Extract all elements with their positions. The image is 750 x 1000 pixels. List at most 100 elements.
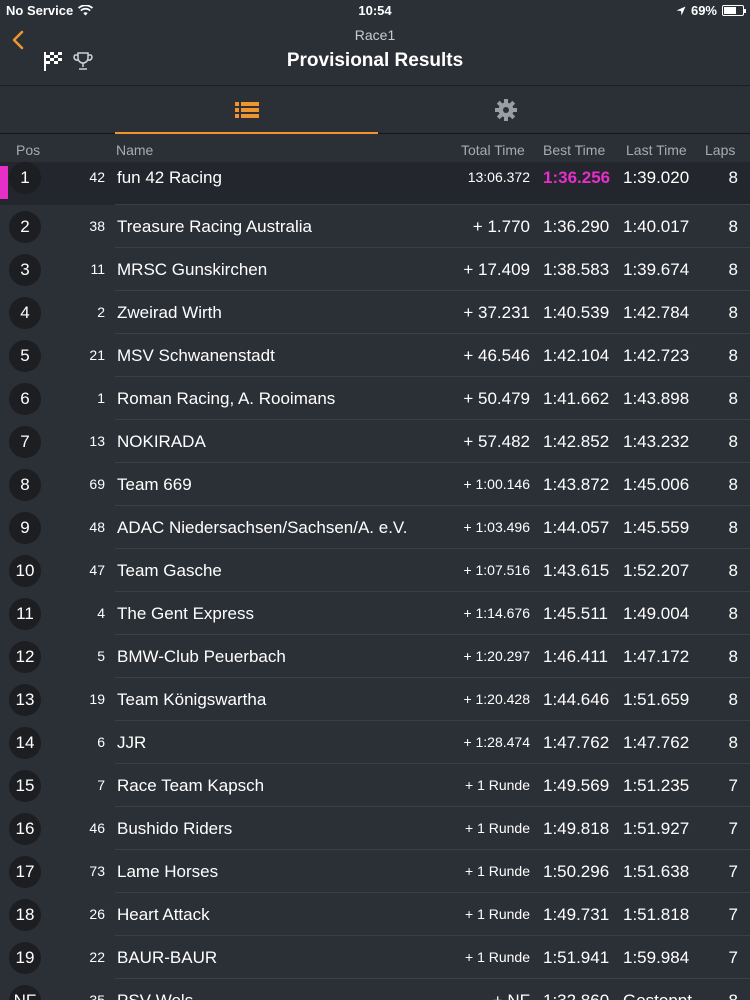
best-time: 1:47.762 [543, 733, 610, 752]
total-time: + 1:14.676 [463, 605, 530, 621]
total-time: 13:06.372 [467, 169, 530, 185]
tab-settings[interactable] [378, 86, 634, 134]
table-row[interactable]: 7 13 NOKIRADA + 57.482 1:42.852 1:43.232 8 [0, 420, 750, 463]
team-name: Treasure Racing Australia [117, 217, 312, 236]
table-row[interactable]: 13 19 Team Königswartha + 1:20.428 1:44.646 1… [0, 678, 750, 721]
best-time: 1:32.860 [543, 979, 609, 1000]
position-badge: 8 [9, 469, 41, 501]
position-badge: 19 [9, 942, 41, 974]
best-time: 1:44.057 [543, 518, 610, 537]
table-row[interactable]: 14 6 JJR + 1:28.474 1:47.762 1:47.762 8 [0, 721, 750, 764]
team-name: Bushido Riders [117, 819, 233, 838]
clock: 10:54 [358, 3, 392, 18]
table-row[interactable]: NF 35 PSV Wels + NF 1:32.860 Gestoppt 8 [0, 979, 750, 1000]
best-time: 1:45.511 [543, 604, 608, 623]
position-badge: 13 [9, 684, 41, 716]
best-time: 1:43.615 [543, 561, 610, 580]
laps-count: 8 [728, 217, 738, 236]
last-time: 1:47.762 [623, 733, 690, 752]
table-row[interactable]: 15 7 Race Team Kapsch + 1 Runde 1:49.569 1:51… [0, 764, 750, 807]
car-number: 42 [89, 169, 105, 185]
table-row[interactable]: 8 69 Team 669 + 1:00.146 1:43.872 1:45.006 8 [0, 463, 750, 506]
best-time: 1:49.731 [543, 905, 610, 924]
car-number: 5 [97, 648, 105, 664]
team-name: JJR [117, 733, 147, 752]
header-name: Name [116, 142, 154, 158]
header-best-time: Best Time [543, 142, 606, 158]
team-name: Team Königswartha [117, 690, 267, 709]
header-laps: Laps [705, 142, 736, 158]
last-time: 1:39.674 [623, 260, 690, 279]
last-time: 1:51.659 [623, 690, 690, 709]
team-name: Heart Attack [117, 905, 210, 924]
tab-results-list[interactable] [115, 86, 378, 134]
total-time: + 1:07.516 [463, 562, 530, 578]
car-number: 73 [89, 863, 105, 879]
navigation-bar: Race1 Provisional Results [0, 20, 750, 86]
header-last-time: Last Time [626, 142, 687, 158]
tab-bar [0, 86, 750, 134]
position-badge: 9 [9, 512, 41, 544]
laps-count: 8 [728, 303, 738, 322]
team-name: Zweirad Wirth [117, 303, 222, 322]
laps-count: 7 [728, 948, 738, 967]
table-row[interactable]: 16 46 Bushido Riders + 1 Runde 1:49.818 1:51.… [0, 807, 750, 850]
laps-count: 7 [728, 905, 738, 924]
laps-count: 8 [728, 561, 738, 580]
laps-count: 8 [728, 733, 738, 752]
table-row[interactable]: 9 48 ADAC Niedersachsen/Sachsen/A. e.V. + 1… [0, 506, 750, 549]
table-row[interactable]: 3 11 MRSC Gunskirchen + 17.409 1:38.583 1:39.… [0, 248, 750, 291]
team-name: Lame Horses [117, 862, 219, 881]
car-number: 26 [89, 906, 105, 922]
laps-count: 7 [728, 776, 738, 795]
status-right: 69% [676, 3, 746, 18]
total-time: + 37.231 [463, 303, 530, 322]
car-number: 38 [89, 218, 105, 234]
table-row[interactable]: 19 22 BAUR-BAUR + 1 Runde 1:51.941 1:59.984 7 [0, 936, 750, 979]
gear-icon [495, 99, 517, 121]
total-time: + NF [493, 979, 530, 1000]
location-arrow-icon [676, 6, 686, 15]
last-time: 1:40.017 [623, 217, 690, 236]
car-number: 21 [89, 347, 105, 363]
team-name: Team 669 [117, 475, 192, 494]
table-row[interactable]: 12 5 BMW-Club Peuerbach + 1:20.297 1:46.411 1… [0, 635, 750, 678]
laps-count: 8 [728, 389, 738, 408]
car-number: 13 [89, 433, 105, 449]
car-number: 11 [90, 261, 105, 277]
header-pos: Pos [16, 142, 41, 158]
total-time: + 1:00.146 [463, 476, 530, 492]
table-row[interactable]: 6 1 Roman Racing, A. Rooimans + 50.479 1:41.… [0, 377, 750, 420]
table-row[interactable]: 5 21 MSV Schwanenstadt + 46.546 1:42.104 1:42… [0, 334, 750, 377]
position-badge: 14 [9, 727, 41, 759]
position-badge: 7 [9, 426, 41, 458]
best-time: 1:41.662 [543, 389, 610, 408]
total-time: + 57.482 [463, 432, 530, 451]
list-icon [234, 102, 259, 118]
status-bar: No Service 10:54 69% [0, 0, 750, 20]
best-time: 1:50.296 [543, 862, 610, 881]
table-row[interactable]: 1 42 fun 42 Racing 13:06.372 1:36.256 1:39.02… [0, 162, 750, 205]
last-time: 1:47.172 [623, 647, 690, 666]
best-time: 1:42.104 [543, 346, 610, 365]
last-time: 1:45.559 [623, 518, 690, 537]
car-number: 47 [89, 562, 105, 578]
best-time: 1:36.256 [543, 168, 611, 187]
car-number: 46 [89, 820, 105, 836]
last-time: 1:49.004 [623, 604, 690, 623]
table-row[interactable]: 17 73 Lame Horses + 1 Runde 1:50.296 1:51.638… [0, 850, 750, 893]
table-row[interactable]: 18 26 Heart Attack + 1 Runde 1:49.731 1:51.81… [0, 893, 750, 936]
position-badge: 17 [9, 856, 41, 888]
table-row[interactable]: 10 47 Team Gasche + 1:07.516 1:43.615 1:52.20… [0, 549, 750, 592]
table-row[interactable]: 2 38 Treasure Racing Australia + 1.770 1:36.… [0, 205, 750, 248]
total-time: + 1:03.496 [463, 519, 530, 535]
table-row[interactable]: 4 2 Zweirad Wirth + 37.231 1:40.539 1:42.784 8 [0, 291, 750, 334]
position-badge: 16 [9, 813, 41, 845]
position-badge: 2 [9, 211, 41, 243]
table-row[interactable]: 11 4 The Gent Express + 1:14.676 1:45.511 1:4… [0, 592, 750, 635]
results-list: 1 42 fun 42 Racing 13:06.372 1:36.256 1:39.02… [0, 162, 750, 1000]
team-name: MSV Schwanenstadt [117, 346, 275, 365]
last-time: 1:45.006 [623, 475, 690, 494]
page-title: Provisional Results [286, 50, 464, 71]
total-time: + 1:20.297 [463, 648, 530, 664]
